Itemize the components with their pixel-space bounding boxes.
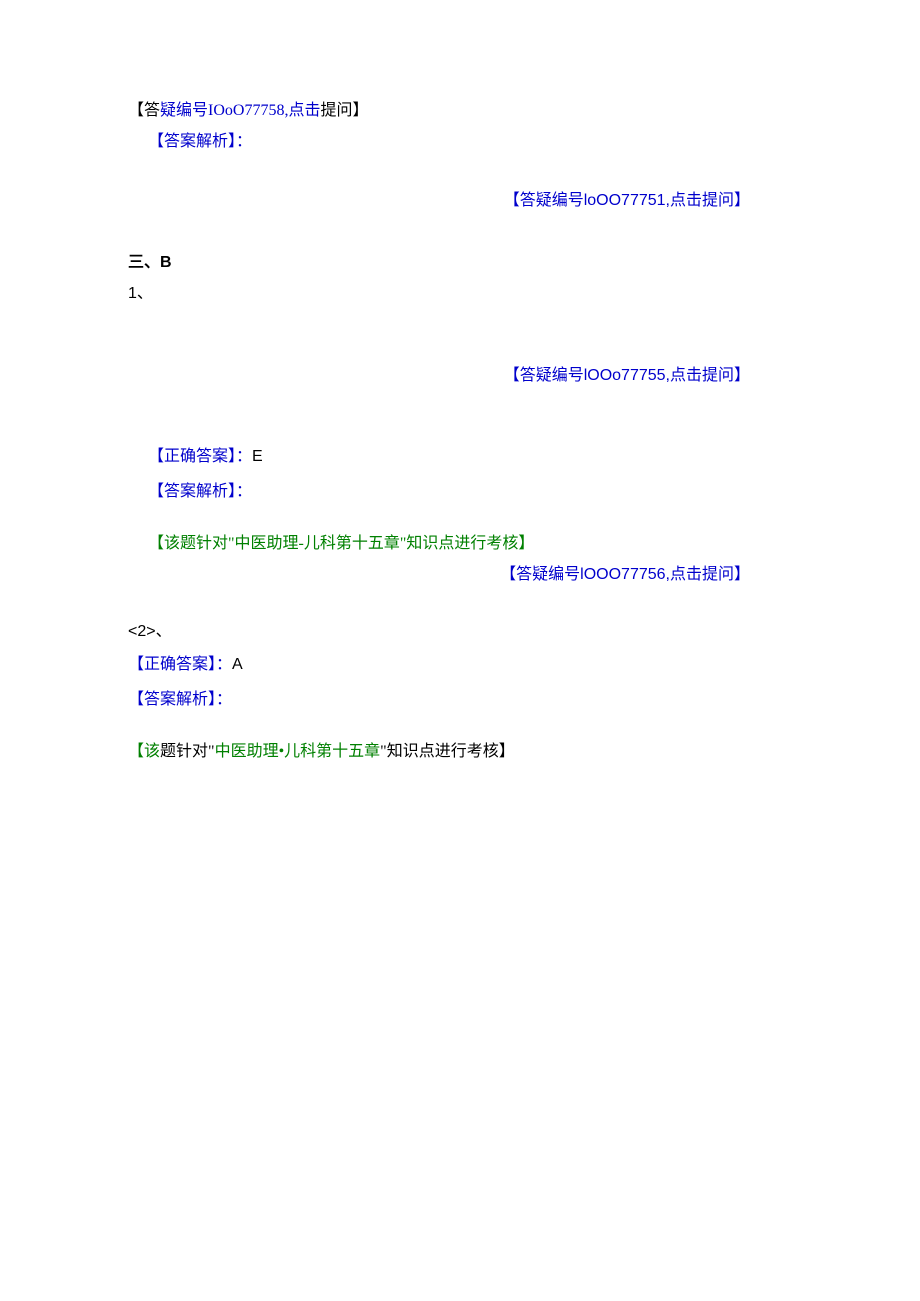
- section-heading: 三、B: [128, 249, 860, 278]
- note2-t4: "知识点进行考核】: [380, 743, 515, 760]
- analysis-text: 【答案解析】：: [148, 483, 252, 500]
- answer-value: A: [232, 656, 243, 673]
- answer-label: 【正确答案】：: [148, 448, 252, 465]
- question-link-3[interactable]: 【答疑编号lOOO77756,点击提问】: [128, 561, 860, 590]
- link-suffix: 点击提问】: [670, 367, 750, 384]
- answer-label: 【正确答案】：: [128, 656, 232, 673]
- analysis-text: 【答案解析】：: [148, 133, 252, 150]
- item-number-1: 1、: [128, 280, 860, 309]
- link-suffix: 点击提问】: [670, 192, 750, 209]
- note-2: 【该题针对"中医助理•儿科第十五章"知识点进行考核】: [128, 738, 860, 767]
- text-prefix: 【答: [128, 102, 160, 119]
- question-link-2[interactable]: 【答疑编号lOOo77755,点击提问】: [128, 362, 860, 391]
- analysis-label-2: 【答案解析】：: [128, 686, 860, 715]
- text-middle: 疑编号IOoO77758,点击: [160, 102, 320, 119]
- note-text: 【该题针对"中医助理-儿科第十五章"知识点进行考核】: [148, 535, 534, 552]
- text-suffix: 提问】: [320, 102, 368, 119]
- note2-t1: 【该: [128, 743, 160, 760]
- note2-t2: 题针对": [160, 743, 215, 760]
- answer-value: E: [252, 448, 263, 465]
- analysis-label-1: 【答案解析】：: [148, 478, 860, 507]
- link-prefix: 【答疑编号: [504, 192, 584, 209]
- heading-part1: 三、: [128, 254, 160, 271]
- correct-answer-2: 【正确答案】：A: [128, 651, 860, 680]
- analysis-text: 【答案解析】：: [128, 691, 232, 708]
- answer-id-line-1: 【答疑编号IOoO77758,点击提问】: [128, 97, 860, 126]
- item-number-2: <2>、: [128, 618, 860, 647]
- link-suffix: 点击提问】: [670, 566, 750, 583]
- link-prefix: 【答疑编号: [504, 367, 584, 384]
- link-prefix: 【答疑编号: [500, 566, 580, 583]
- link-id: lOOo77755,: [584, 367, 670, 384]
- correct-answer-1: 【正确答案】：E: [148, 443, 860, 472]
- item-num2-part2: 、: [156, 623, 172, 640]
- link-id: loOO77751,: [584, 192, 670, 209]
- question-link-1[interactable]: 【答疑编号loOO77751,点击提问】: [128, 187, 860, 216]
- link-id: lOOO77756,: [580, 566, 670, 583]
- note2-t3: 中医助理•儿科第十五章: [215, 743, 381, 760]
- item-num-text: 1、: [128, 285, 153, 302]
- analysis-label-top: 【答案解析】：: [128, 128, 860, 157]
- heading-part2: B: [160, 254, 172, 271]
- note-1: 【该题针对"中医助理-儿科第十五章"知识点进行考核】: [148, 530, 860, 559]
- item-num2-part1: <2>: [128, 623, 156, 640]
